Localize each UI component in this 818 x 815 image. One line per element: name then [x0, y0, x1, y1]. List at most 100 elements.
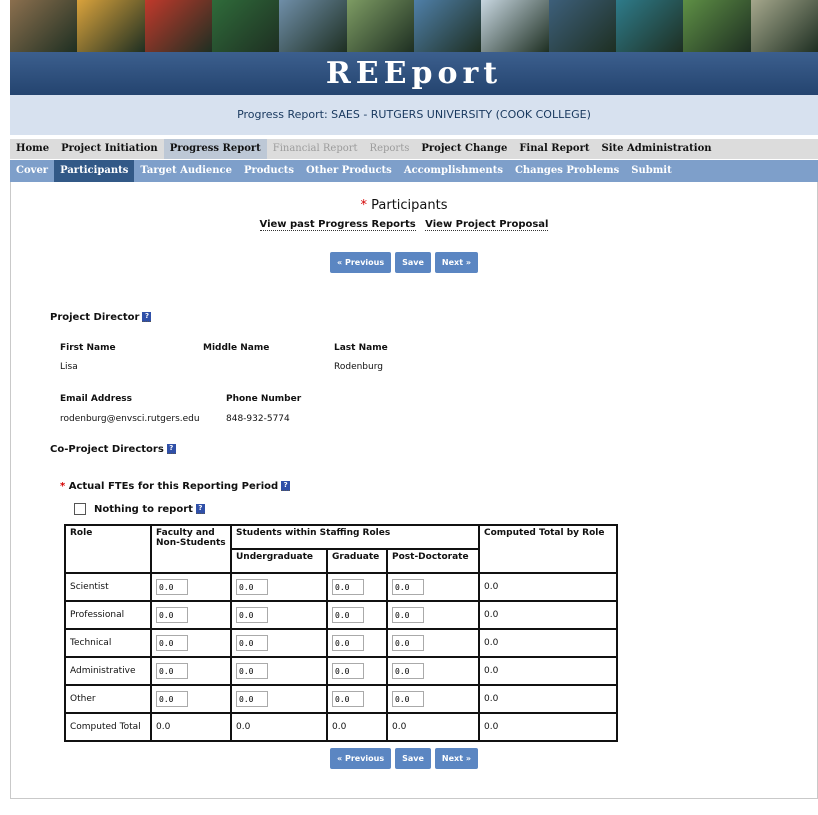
required-marker: * — [360, 198, 367, 213]
subnav-item-cover[interactable]: Cover — [10, 160, 54, 182]
fte-input-postdoc[interactable] — [392, 691, 424, 707]
subnav-item-other-products[interactable]: Other Products — [300, 160, 398, 182]
fte-input-postdoc[interactable] — [392, 579, 424, 595]
nothing-to-report-label: Nothing to report — [94, 504, 193, 515]
subnav-item-changes-problems[interactable]: Changes Problems — [509, 160, 625, 182]
nav-item-progress-report[interactable]: Progress Report — [163, 139, 267, 159]
save-button[interactable]: Save — [395, 252, 431, 273]
sub-nav: Cover Participants Target Audience Products… — [10, 160, 818, 182]
col-header-role: Role — [64, 524, 152, 574]
page-links: View past Progress Reports View Project … — [0, 219, 808, 231]
required-marker: * — [60, 481, 66, 492]
fte-input-graduate[interactable] — [332, 691, 364, 707]
fte-cell — [386, 600, 480, 630]
total-cell-postdoc: 0.0 — [386, 712, 480, 742]
app-logo: REEport — [325, 56, 503, 91]
fte-cell — [230, 684, 328, 714]
fte-input-faculty[interactable] — [156, 579, 188, 595]
fte-input-undergrad[interactable] — [236, 607, 268, 623]
nav-item-project-change[interactable]: Project Change — [415, 139, 513, 159]
fte-cell — [150, 684, 232, 714]
table-row-total: Computed Total 0.0 0.0 0.0 0.0 0.0 — [64, 712, 618, 742]
fte-input-postdoc[interactable] — [392, 607, 424, 623]
fte-input-undergrad[interactable] — [236, 663, 268, 679]
banner-photo — [615, 0, 684, 52]
nothing-to-report-checkbox[interactable] — [74, 503, 86, 515]
fte-input-postdoc[interactable] — [392, 635, 424, 651]
project-director-heading-text: Project Director — [50, 312, 140, 323]
subnav-item-submit[interactable]: Submit — [625, 160, 677, 182]
computed-total-cell: 0.0 — [478, 600, 618, 630]
fte-heading: * Actual FTEs for this Reporting Period? — [60, 481, 291, 492]
role-cell: Administrative — [64, 656, 152, 686]
next-button[interactable]: Next » — [434, 252, 478, 273]
total-cell-graduate: 0.0 — [326, 712, 388, 742]
fte-input-graduate[interactable] — [332, 635, 364, 651]
banner-photo — [10, 0, 78, 52]
subnav-item-target-audience[interactable]: Target Audience — [134, 160, 238, 182]
nav-item-project-initiation[interactable]: Project Initiation — [55, 139, 164, 159]
computed-total-cell: 0.0 — [478, 684, 618, 714]
subnav-item-accomplishments[interactable]: Accomplishments — [398, 160, 509, 182]
page-title: * Participants — [0, 198, 808, 213]
fte-cell — [326, 656, 388, 686]
main-nav: Home Project Initiation Progress Report Fin… — [10, 139, 818, 159]
fte-input-faculty[interactable] — [156, 663, 188, 679]
banner-photo — [77, 0, 145, 52]
table-row: Technical 0.0 — [64, 628, 618, 658]
fte-input-undergrad[interactable] — [236, 579, 268, 595]
previous-button[interactable]: « Previous — [330, 748, 392, 769]
banner-photo — [279, 0, 347, 52]
fte-input-faculty[interactable] — [156, 635, 188, 651]
email-value: rodenburg@envsci.rutgers.edu — [60, 414, 200, 424]
col-header-undergraduate: Undergraduate — [230, 548, 328, 574]
save-button[interactable]: Save — [395, 748, 431, 769]
col-header-computed-total: Computed Total by Role — [478, 524, 618, 574]
fte-input-graduate[interactable] — [332, 607, 364, 623]
nav-item-site-administration[interactable]: Site Administration — [595, 139, 717, 159]
fte-input-faculty[interactable] — [156, 691, 188, 707]
fte-cell — [386, 684, 480, 714]
table-row: Scientist 0.0 — [64, 572, 618, 602]
computed-total-cell: 0.0 — [478, 628, 618, 658]
help-icon[interactable]: ? — [142, 312, 152, 322]
fte-input-faculty[interactable] — [156, 607, 188, 623]
top-button-row: « Previous Save Next » — [0, 252, 808, 273]
fte-cell — [150, 628, 232, 658]
subnav-item-participants[interactable]: Participants — [54, 160, 135, 182]
previous-button[interactable]: « Previous — [330, 252, 392, 273]
subnav-item-products[interactable]: Products — [238, 160, 300, 182]
col-header-faculty: Faculty and Non-Students — [150, 524, 232, 574]
view-project-proposal-link[interactable]: View Project Proposal — [425, 219, 549, 231]
col-header-postdoc: Post-Doctorate — [386, 548, 480, 574]
fte-cell — [326, 600, 388, 630]
nav-item-home[interactable]: Home — [10, 139, 55, 159]
phone-label: Phone Number — [226, 394, 302, 404]
help-icon[interactable]: ? — [195, 504, 205, 514]
phone-value: 848-932-5774 — [226, 414, 290, 424]
nav-item-final-report[interactable]: Final Report — [513, 139, 595, 159]
next-button[interactable]: Next » — [434, 748, 478, 769]
computed-total-cell: 0.0 — [478, 572, 618, 602]
view-past-reports-link[interactable]: View past Progress Reports — [259, 219, 416, 231]
fte-input-graduate[interactable] — [332, 579, 364, 595]
fte-input-undergrad[interactable] — [236, 635, 268, 651]
col-header-graduate: Graduate — [326, 548, 388, 574]
co-directors-heading-text: Co-Project Directors — [50, 444, 164, 455]
last-name-value: Rodenburg — [334, 362, 383, 372]
banner-photo — [413, 0, 482, 52]
middle-name-label: Middle Name — [203, 343, 270, 353]
fte-cell — [150, 656, 232, 686]
fte-input-postdoc[interactable] — [392, 663, 424, 679]
fte-input-undergrad[interactable] — [236, 691, 268, 707]
help-icon[interactable]: ? — [166, 444, 176, 454]
banner-photo — [346, 0, 414, 52]
role-cell: Technical — [64, 628, 152, 658]
banner-photo — [481, 0, 549, 52]
fte-cell — [326, 684, 388, 714]
total-cell-total: 0.0 — [478, 712, 618, 742]
role-cell: Professional — [64, 600, 152, 630]
fte-input-graduate[interactable] — [332, 663, 364, 679]
banner-photo — [211, 0, 280, 52]
help-icon[interactable]: ? — [281, 481, 291, 491]
